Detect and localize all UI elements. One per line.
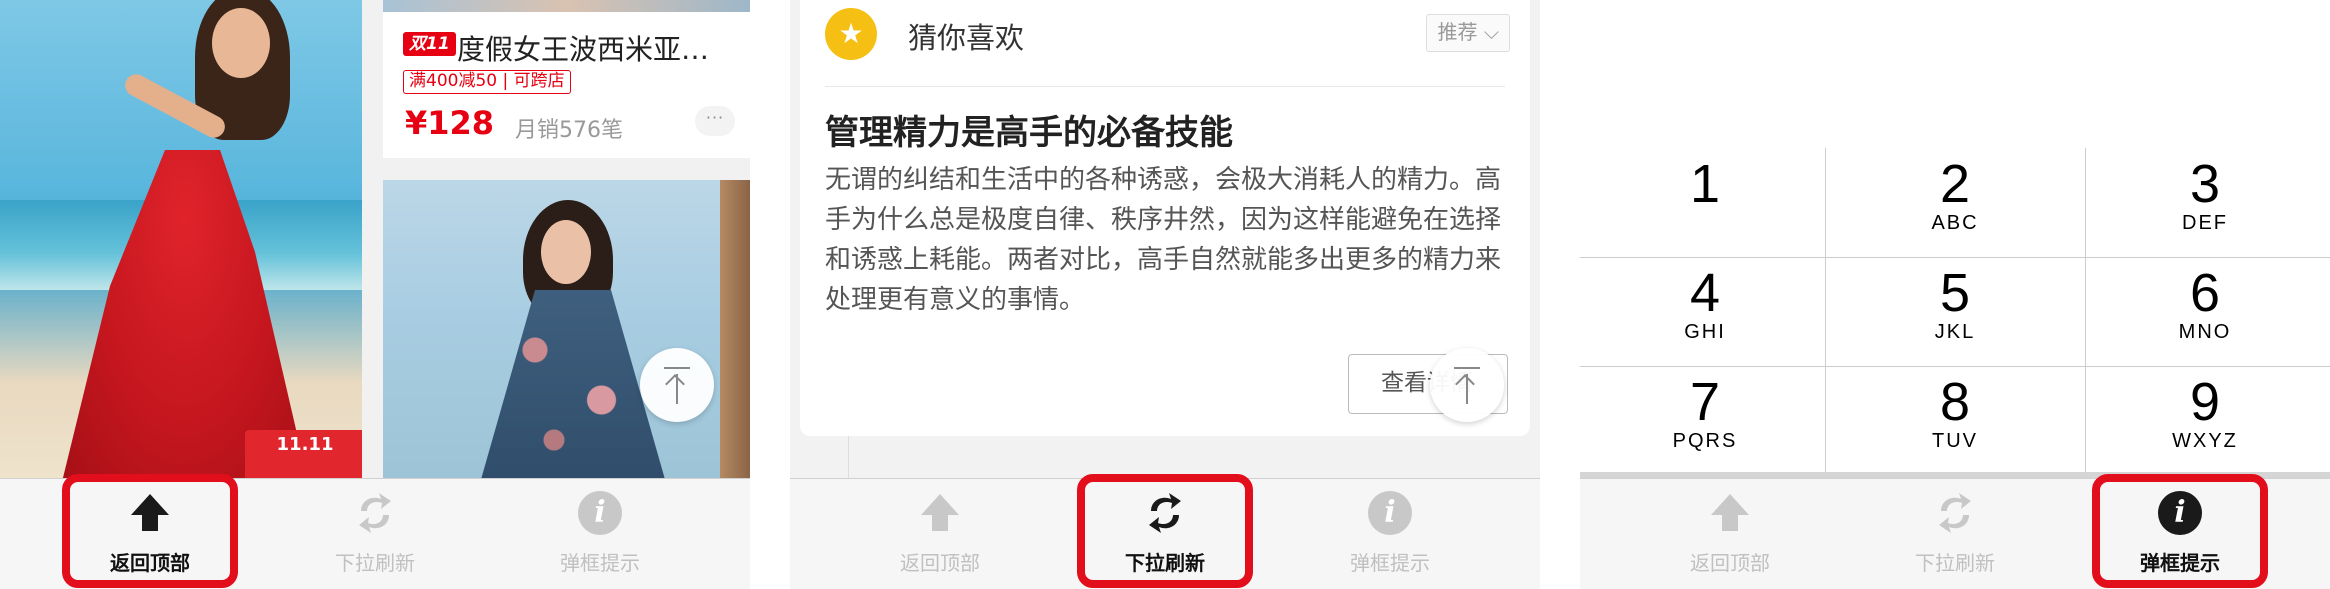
key-digit: 9 bbox=[2189, 372, 2221, 432]
key-digit: 3 bbox=[2189, 154, 2221, 214]
product-feed-screen: 11.11 双11 度假女王波西米亚… 满400减50 | 可跨店 ¥128 月… bbox=[0, 0, 750, 589]
tab-pull-refresh[interactable]: 下拉刷新 bbox=[1855, 479, 2055, 579]
recommendation-screen: ★ 猜你喜欢 推荐 ⌵ 管理精力是高手的必备技能 无谓的纠结和生活中的各种诱惑，… bbox=[790, 0, 1540, 589]
arrow-up-icon bbox=[1455, 374, 1475, 394]
double-eleven-tag: 双11 bbox=[403, 32, 456, 56]
highlight-ring bbox=[1077, 474, 1253, 588]
recommendation-card: ★ 猜你喜欢 推荐 ⌵ 管理精力是高手的必备技能 无谓的纠结和生活中的各种诱惑，… bbox=[800, 0, 1530, 436]
arrow-up-icon bbox=[921, 494, 959, 531]
key-digit: 8 bbox=[1939, 372, 1971, 432]
key-9[interactable]: 9 WXYZ bbox=[2080, 366, 2330, 475]
tab-back-to-top[interactable]: 返回顶部 bbox=[1630, 479, 1830, 579]
refresh-icon bbox=[359, 493, 391, 533]
keypad-divider bbox=[1825, 148, 1826, 478]
number-keypad: 1 2 ABC 3 DEF 4 GHI 5 JKL 6 MNO 7 PQRS 8 bbox=[1580, 148, 2330, 478]
product-title[interactable]: 度假女王波西米亚… bbox=[457, 28, 709, 68]
double-eleven-badge: 11.11 bbox=[245, 430, 362, 478]
monthly-sales: 月销576笔 bbox=[515, 118, 623, 143]
tab-pull-refresh[interactable]: 下拉刷新 bbox=[275, 479, 475, 579]
tab-popup-tip[interactable]: i 弹框提示 bbox=[500, 479, 700, 579]
key-digit: 1 bbox=[1689, 154, 1721, 214]
key-8[interactable]: 8 TUV bbox=[1830, 366, 2080, 475]
top-bar-icon bbox=[664, 367, 690, 369]
key-4[interactable]: 4 GHI bbox=[1580, 257, 1830, 366]
divider bbox=[848, 436, 849, 478]
key-digit: 7 bbox=[1689, 372, 1721, 432]
tab-label: 弹框提示 bbox=[560, 551, 640, 575]
next-card-edge bbox=[790, 436, 1540, 478]
arrow-up-icon bbox=[665, 374, 685, 394]
key-digit: 5 bbox=[1939, 263, 1971, 323]
product-price: ¥128 bbox=[405, 104, 495, 142]
key-3[interactable]: 3 DEF bbox=[2080, 148, 2330, 257]
divider bbox=[825, 86, 1505, 87]
tab-label: 下拉刷新 bbox=[335, 551, 415, 575]
arrow-stem-icon bbox=[676, 374, 678, 404]
tab-label: 返回顶部 bbox=[900, 551, 980, 575]
tab-label: 返回顶部 bbox=[1690, 551, 1770, 575]
floating-back-to-top-button[interactable] bbox=[640, 348, 714, 422]
star-icon: ★ bbox=[825, 8, 877, 60]
key-5[interactable]: 5 JKL bbox=[1830, 257, 2080, 366]
tab-label: 弹框提示 bbox=[1350, 551, 1430, 575]
sort-dropdown[interactable]: 推荐 ⌵ bbox=[1426, 14, 1510, 52]
refresh-icon bbox=[1939, 493, 1971, 533]
highlight-ring bbox=[62, 474, 238, 588]
key-letters: TUV bbox=[1932, 430, 1978, 452]
tab-popup-tip[interactable]: i 弹框提示 bbox=[1290, 479, 1490, 579]
key-digit: 2 bbox=[1939, 154, 1971, 214]
key-letters: MNO bbox=[2178, 321, 2232, 343]
highlight-ring bbox=[2092, 474, 2268, 588]
key-2[interactable]: 2 ABC bbox=[1830, 148, 2080, 257]
model-face bbox=[212, 8, 270, 78]
key-digit: 6 bbox=[2189, 263, 2221, 323]
product-image-floral-dress[interactable] bbox=[383, 180, 750, 480]
key-letters: DEF bbox=[2182, 212, 2228, 234]
section-title: 猜你喜欢 bbox=[908, 21, 1025, 55]
product-image-red-dress[interactable]: 11.11 bbox=[0, 0, 362, 478]
tree-trunk bbox=[720, 180, 750, 480]
key-letters: ABC bbox=[1931, 212, 1979, 234]
key-7[interactable]: 7 PQRS bbox=[1580, 366, 1830, 475]
info-icon: i bbox=[578, 491, 622, 535]
key-digit: 4 bbox=[1689, 263, 1721, 323]
article-body: 无谓的纠结和生活中的各种诱惑，会极大消耗人的精力。高手为什么总是极度自律、秩序井… bbox=[825, 165, 1502, 315]
key-1[interactable]: 1 bbox=[1580, 148, 1830, 257]
key-letters: WXYZ bbox=[2172, 430, 2238, 452]
tab-back-to-top[interactable]: 返回顶部 bbox=[840, 479, 1040, 579]
floating-back-to-top-button[interactable] bbox=[1430, 348, 1504, 422]
promo-tag: 满400减50 | 可跨店 bbox=[403, 70, 571, 94]
key-letters: JKL bbox=[1934, 321, 1976, 343]
key-letters: GHI bbox=[1684, 321, 1726, 343]
key-6[interactable]: 6 MNO bbox=[2080, 257, 2330, 366]
more-options-button[interactable]: ··· bbox=[695, 106, 735, 136]
keypad-divider bbox=[2085, 148, 2086, 478]
model-face bbox=[541, 220, 591, 284]
product-image-strip bbox=[383, 0, 750, 12]
keypad-divider bbox=[1580, 366, 2330, 367]
article-title[interactable]: 管理精力是高手的必备技能 bbox=[825, 105, 1233, 154]
keypad-divider bbox=[1580, 257, 2330, 258]
tab-label: 下拉刷新 bbox=[1915, 551, 1995, 575]
top-bar-icon bbox=[1454, 367, 1480, 369]
info-icon: i bbox=[1368, 491, 1412, 535]
product-card[interactable]: 双11 度假女王波西米亚… 满400减50 | 可跨店 ¥128 月销576笔 … bbox=[383, 0, 750, 158]
keypad-screen: 1 2 ABC 3 DEF 4 GHI 5 JKL 6 MNO 7 PQRS 8 bbox=[1580, 0, 2330, 589]
arrow-up-icon bbox=[1711, 494, 1749, 531]
arrow-stem-icon bbox=[1466, 374, 1468, 404]
key-letters: PQRS bbox=[1672, 430, 1738, 452]
